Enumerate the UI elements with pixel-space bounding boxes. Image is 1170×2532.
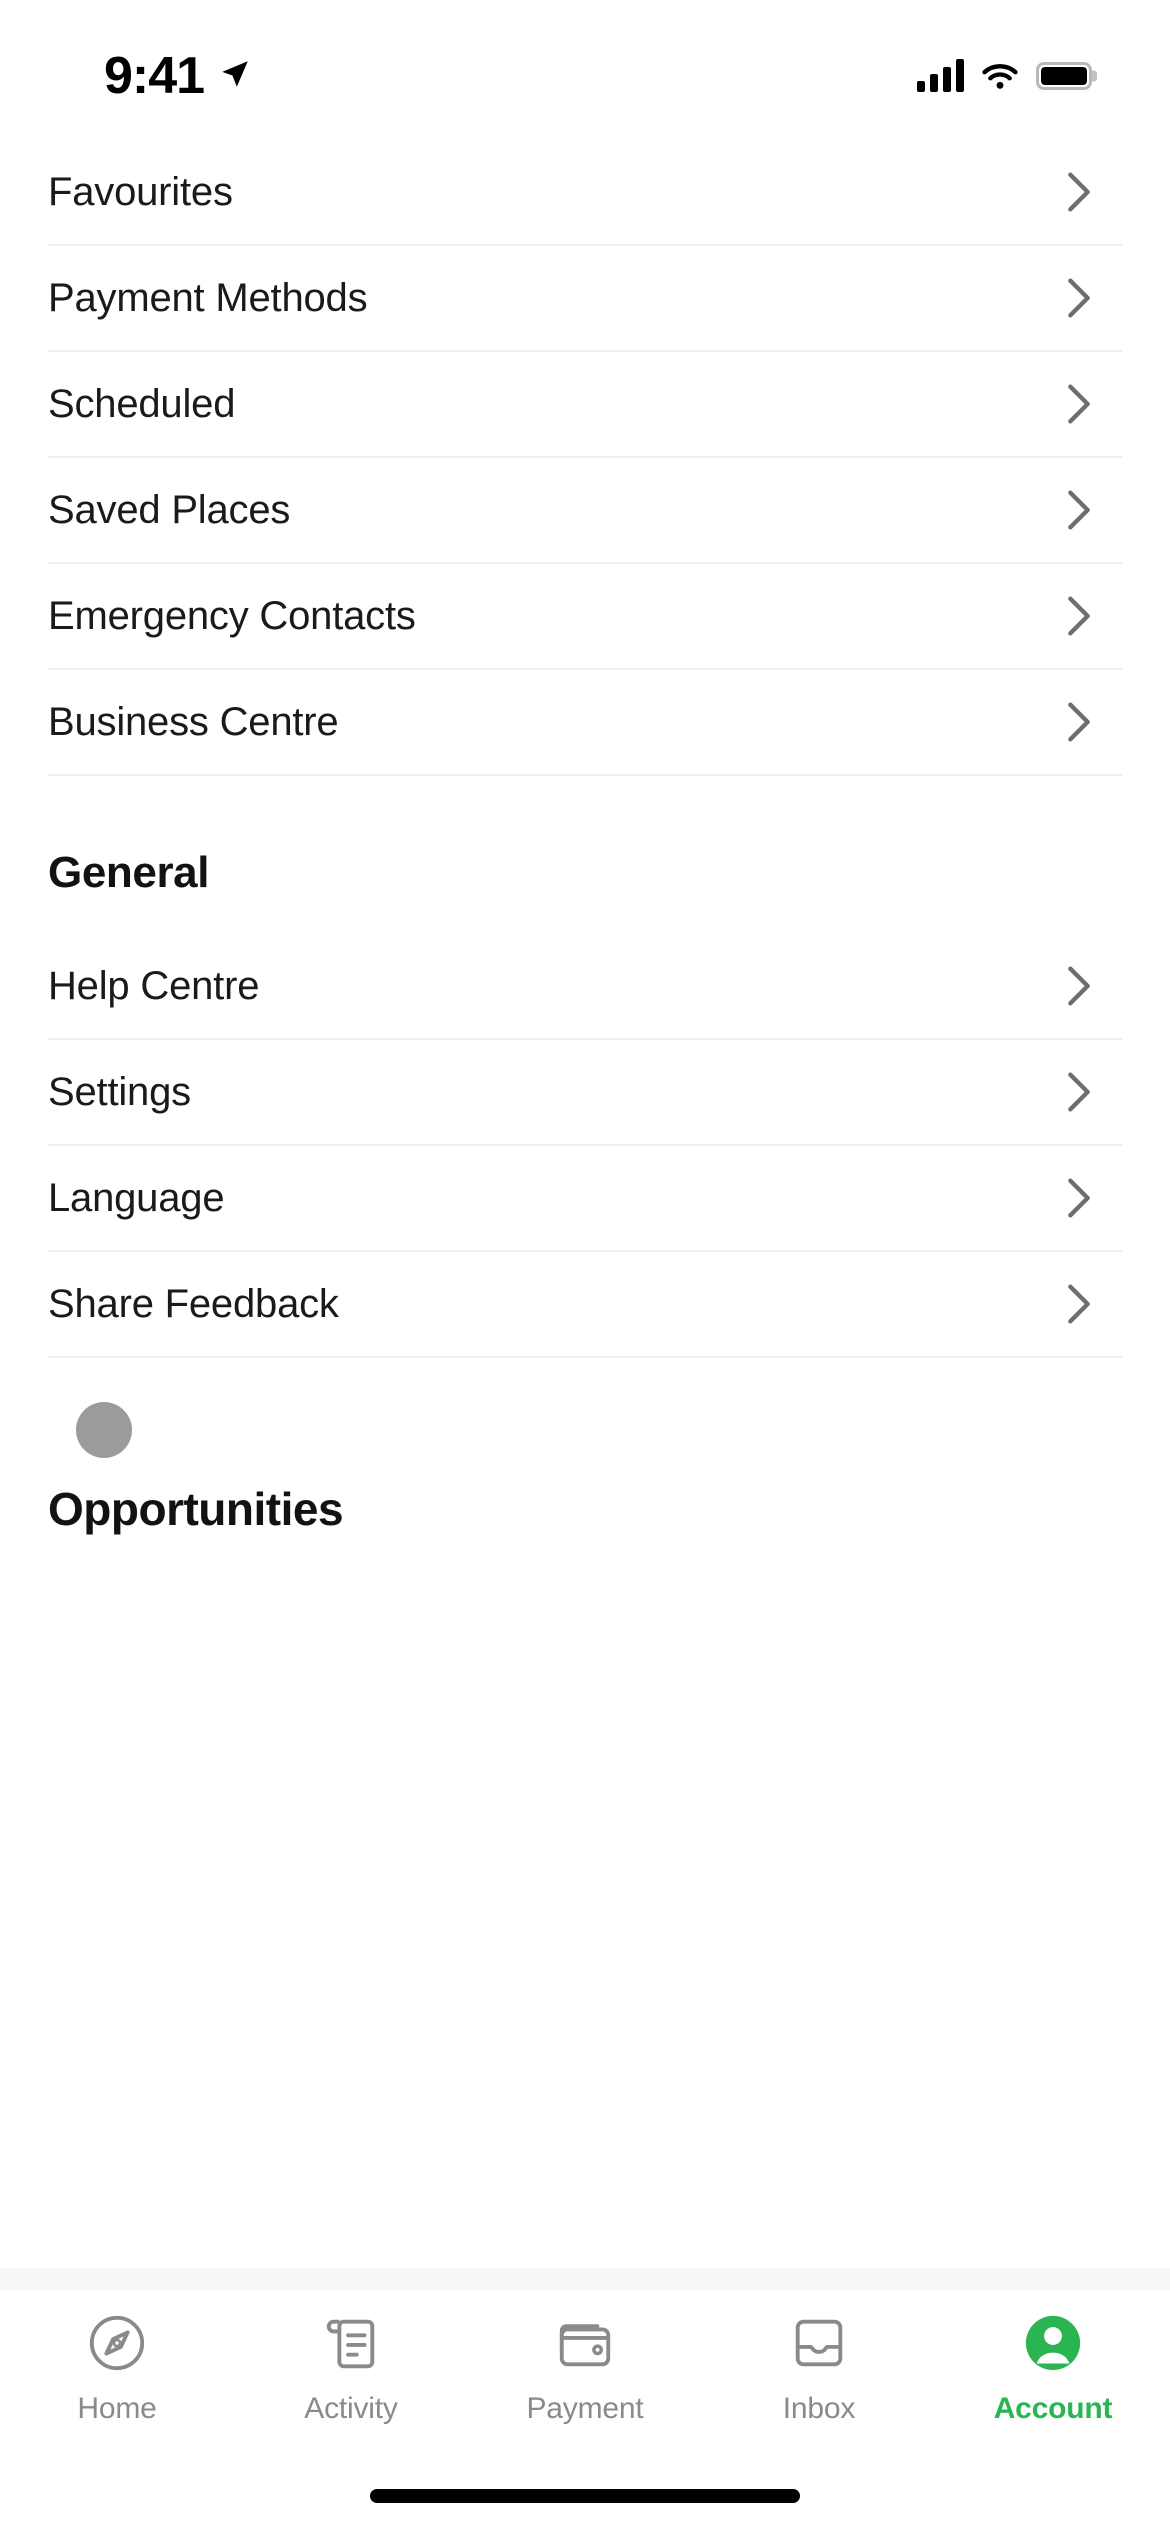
location-arrow-icon — [222, 61, 248, 87]
cellular-signal-icon — [917, 59, 964, 92]
home-indicator-area — [0, 2460, 1170, 2532]
tab-activity[interactable]: Activity — [234, 2312, 468, 2426]
bottom-tab-bar: Home Activity Payment Inbox Account — [0, 2290, 1170, 2460]
battery-full-icon — [1036, 62, 1092, 90]
account-menu-list: Favourites Payment Methods Scheduled Sav… — [0, 140, 1170, 776]
status-bar-time: 9:41 — [104, 47, 205, 105]
menu-row-help-centre[interactable]: Help Centre — [0, 934, 1170, 1038]
chevron-right-icon — [1068, 278, 1090, 318]
person-filled-icon — [1025, 2315, 1081, 2371]
menu-row-label: Help Centre — [48, 963, 260, 1008]
receipt-icon — [326, 2319, 375, 2369]
chevron-right-icon — [1068, 490, 1090, 530]
wifi-icon — [982, 64, 1018, 89]
chevron-right-icon — [1068, 384, 1090, 424]
menu-row-label: Language — [48, 1175, 225, 1220]
wallet-icon — [559, 2324, 611, 2367]
menu-row-emergency-contacts[interactable]: Emergency Contacts — [0, 564, 1170, 668]
opportunities-title: Opportunities — [48, 1483, 344, 1535]
account-scroll-area[interactable]: Favourites Payment Methods Scheduled Sav… — [0, 140, 1170, 2268]
menu-row-settings[interactable]: Settings — [0, 1040, 1170, 1144]
compass-icon — [89, 2315, 145, 2371]
menu-row-saved-places[interactable]: Saved Places — [0, 458, 1170, 562]
home-indicator-bar[interactable] — [370, 2489, 800, 2503]
menu-row-label: Scheduled — [48, 381, 236, 426]
menu-row-favourites[interactable]: Favourites — [0, 140, 1170, 244]
chevron-right-icon — [1068, 1284, 1090, 1324]
status-bar-left: 9:41 — [0, 50, 252, 102]
status-bar: 9:41 — [0, 0, 1170, 140]
menu-row-label: Payment Methods — [48, 275, 368, 320]
circle-placeholder-icon — [76, 1402, 132, 1458]
inbox-tray-icon — [795, 2319, 843, 2367]
menu-row-business-centre[interactable]: Business Centre — [0, 670, 1170, 774]
menu-row-label: Business Centre — [48, 699, 339, 744]
chevron-right-icon — [1068, 966, 1090, 1006]
opportunities-section[interactable]: Opportunities — [0, 1358, 1170, 1536]
tab-label: Home — [77, 2392, 157, 2425]
tab-label: Activity — [304, 2392, 398, 2425]
menu-row-language[interactable]: Language — [0, 1146, 1170, 1250]
general-menu-list: Help Centre Settings Language Share Feed… — [0, 934, 1170, 1358]
tab-account[interactable]: Account — [936, 2312, 1170, 2426]
menu-row-payment-methods[interactable]: Payment Methods — [0, 246, 1170, 350]
chevron-right-icon — [1068, 596, 1090, 636]
status-bar-right — [917, 59, 1092, 92]
chevron-right-icon — [1068, 1178, 1090, 1218]
chevron-right-icon — [1068, 702, 1090, 742]
tab-label: Payment — [526, 2392, 644, 2425]
menu-row-scheduled[interactable]: Scheduled — [0, 352, 1170, 456]
chevron-right-icon — [1068, 1072, 1090, 1112]
chevron-right-icon — [1068, 172, 1090, 212]
phone-screen: 9:41 Favourites Payment Methods Schedule… — [0, 0, 1170, 2532]
menu-row-label: Share Feedback — [48, 1281, 339, 1326]
tab-label: Account — [993, 2392, 1113, 2425]
tab-payment[interactable]: Payment — [468, 2312, 702, 2426]
menu-row-label: Favourites — [48, 169, 233, 214]
general-section-header: General — [0, 776, 1170, 934]
menu-row-label: Emergency Contacts — [48, 593, 416, 638]
menu-row-label: Saved Places — [48, 487, 291, 532]
tab-label: Inbox — [782, 2392, 856, 2425]
menu-row-label: Settings — [48, 1069, 191, 1114]
section-title: General — [48, 848, 210, 897]
menu-row-share-feedback[interactable]: Share Feedback — [0, 1252, 1170, 1356]
tab-bar-separator — [0, 2268, 1170, 2290]
tab-inbox[interactable]: Inbox — [702, 2312, 936, 2426]
tab-home[interactable]: Home — [0, 2312, 234, 2426]
